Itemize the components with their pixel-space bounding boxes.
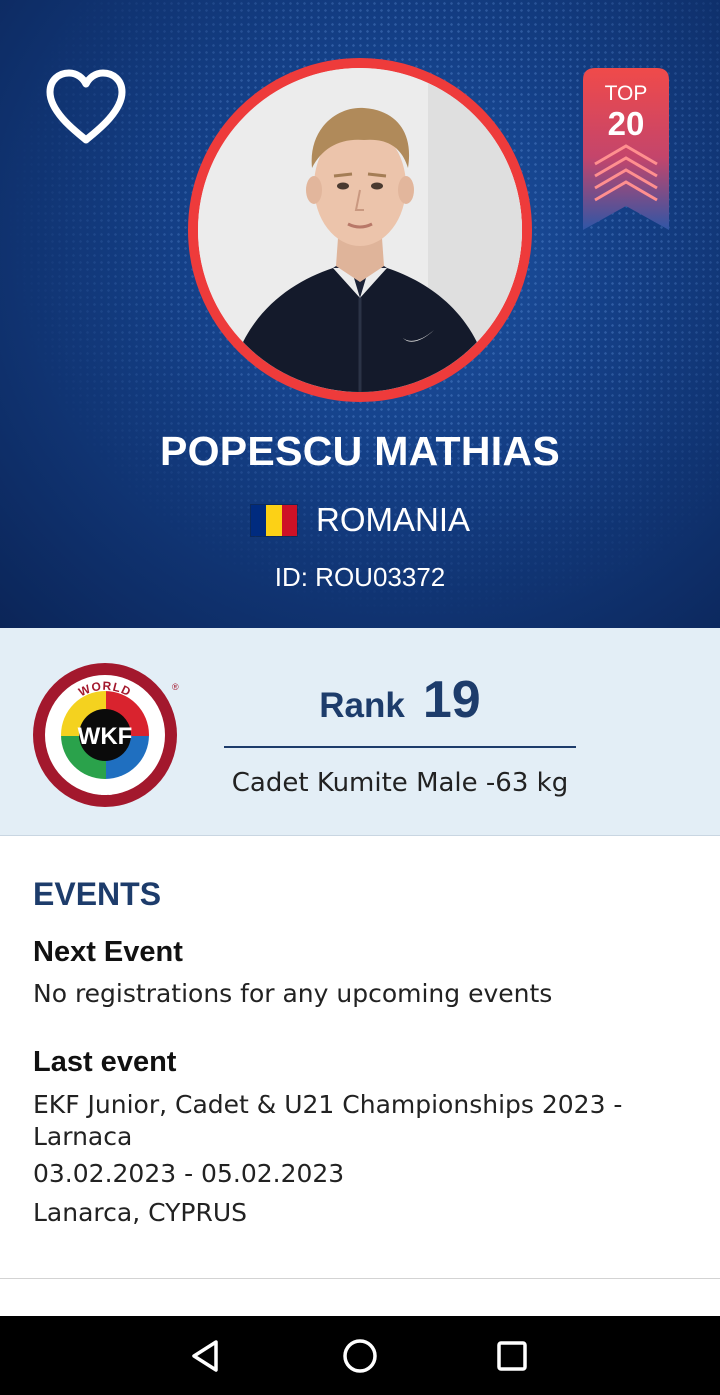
circle-home-icon[interactable] [338, 1334, 382, 1378]
rank-line: Rank 19 [224, 670, 576, 734]
rank-divider [224, 746, 576, 748]
athlete-avatar [188, 58, 532, 402]
rank-label: Rank [319, 686, 405, 725]
top-rank-badge: TOP 20 [583, 68, 669, 230]
events-title: EVENTS [33, 876, 162, 912]
badge-label: TOP [604, 82, 648, 105]
last-event-name-line1[interactable]: EKF Junior, Cadet & U21 Championships 20… [33, 1089, 683, 1121]
profile-header: TOP 20 POPESCU MATHIAS ROMANIA ID: ROU03… [0, 0, 720, 628]
section-divider [0, 1278, 720, 1279]
country-name: ROMANIA [315, 501, 470, 538]
next-event-label: Next Event [33, 936, 183, 968]
next-event-text: No registrations for any upcoming events [33, 979, 553, 1008]
wkf-logo: WKF WORLD KARATE FEDERATION ® [30, 660, 180, 810]
last-event-label: Last event [33, 1046, 177, 1078]
system-navigation-bar [0, 1316, 720, 1395]
triangle-back-icon[interactable] [184, 1334, 228, 1378]
square-recents-icon[interactable] [490, 1334, 534, 1378]
wkf-logo-center-text: WKF [78, 723, 133, 750]
country-row: ROMANIA [0, 496, 720, 544]
athlete-id: ID: ROU03372 [274, 562, 446, 592]
heart-outline-icon[interactable] [44, 68, 128, 146]
last-event-location: Lanarca, CYPRUS [33, 1198, 248, 1227]
athlete-name: POPESCU MATHIAS [159, 428, 561, 474]
ranking-panel: WKF WORLD KARATE FEDERATION ® Rank 19 Ca… [0, 628, 720, 836]
last-event-dates: 03.02.2023 - 05.02.2023 [33, 1159, 345, 1188]
rank-category: Cadet Kumite Male -63 kg [231, 768, 569, 798]
last-event-name-line2[interactable]: Larnaca [33, 1121, 683, 1153]
romania-flag-icon [249, 503, 298, 537]
wkf-logo-registered-mark: ® [172, 682, 179, 692]
athlete-photo [198, 68, 522, 392]
badge-value: 20 [607, 105, 645, 142]
rank-value: 19 [422, 671, 481, 729]
